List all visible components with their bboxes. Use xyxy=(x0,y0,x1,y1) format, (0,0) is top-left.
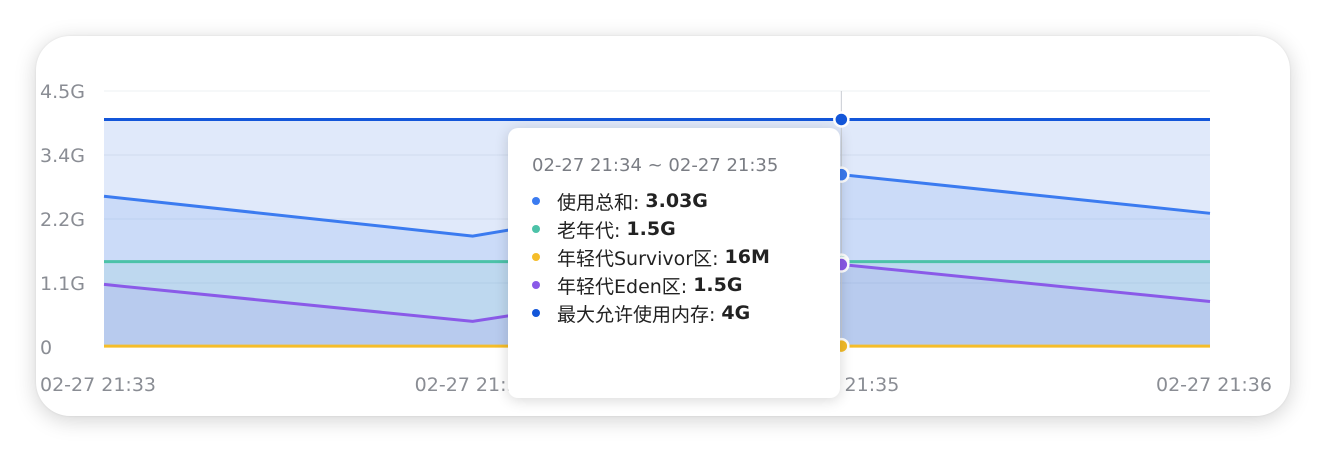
series-dot-icon xyxy=(532,281,540,289)
tooltip-row-max: 最大允许使用内存: 4G xyxy=(532,293,840,333)
tooltip-title: 02-27 21:34 ~ 02-27 21:35 xyxy=(532,155,779,176)
series-dot-icon xyxy=(532,309,540,317)
y-tick-label: 3.4G xyxy=(40,145,85,167)
y-tick-label: 4.5G xyxy=(40,81,85,103)
chart-card: 0 1.1G 2.2G 3.4G 4.5G 02-27 21:33 02-27 21:34 0… xyxy=(36,36,1290,416)
series-dot-icon xyxy=(532,225,540,233)
tooltip-row-value: 3.03G xyxy=(645,190,708,212)
tooltip-row-label: 年轻代Survivor区: xyxy=(557,247,719,270)
x-tick-label: 02-27 21:33 xyxy=(40,374,156,396)
chart-tooltip: 02-27 21:34 ~ 02-27 21:35 使用总和: 3.03G 老年… xyxy=(508,128,840,398)
tooltip-row-value: 1.5G xyxy=(693,274,743,296)
tooltip-row-value: 16M xyxy=(724,246,770,268)
y-tick-label: 2.2G xyxy=(40,209,85,231)
tooltip-row-label: 老年代: xyxy=(557,219,621,242)
series-dot-icon xyxy=(532,197,540,205)
x-tick-label: 02-27 21:36 xyxy=(1156,374,1272,396)
tooltip-row-label: 使用总和: xyxy=(557,191,640,214)
tooltip-row-label: 最大允许使用内存: xyxy=(557,303,716,326)
hover-point xyxy=(833,111,850,128)
y-tick-label: 1.1G xyxy=(40,273,85,295)
tooltip-row-value: 4G xyxy=(721,302,751,324)
tooltip-row-label: 年轻代Eden区: xyxy=(557,275,688,298)
series-dot-icon xyxy=(532,253,540,261)
tooltip-row-value: 1.5G xyxy=(626,218,676,240)
y-tick-label: 0 xyxy=(40,337,52,359)
